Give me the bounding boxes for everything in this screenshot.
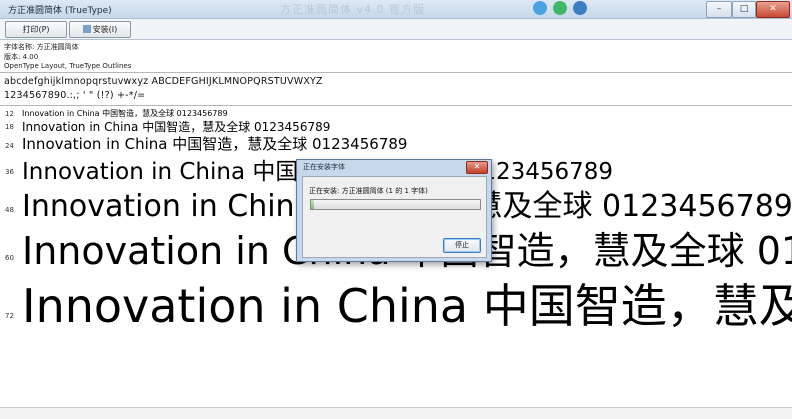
maximize-button[interactable]: □ [732,1,756,18]
install-button[interactable]: 安装(I) [69,21,131,38]
font-name: 字体名称: 方正准圆简体 [4,43,79,51]
dialog-body: 正在安装: 方正准圆简体 (1 的 1 字体) 停止 [302,176,487,258]
title-bar: 方正准圆简体 (TrueType) 方正准圆简体 v4.0 官方版 – □ ✕ [0,0,792,19]
stop-button[interactable]: 停止 [443,238,481,253]
sample-size-label: 60 [5,254,14,262]
print-button-label: 打印(P) [22,25,50,34]
font-type: OpenType Layout, TrueType Outlines [4,62,132,70]
install-progress-dialog: 正在安装字体 ✕ 正在安装: 方正准圆简体 (1 的 1 字体) 停止 [296,159,492,262]
dialog-message: 正在安装: 方正准圆简体 (1 的 1 字体) [309,187,428,195]
minimize-button[interactable]: – [706,1,732,18]
shield-icon [82,25,91,33]
sample-text: Innovation in China 中国智造，慧及全球 0123456789 [22,279,792,333]
divider [0,105,792,106]
sample-size-label: 24 [5,142,14,150]
dialog-title: 正在安装字体 [303,163,345,171]
character-set-symbols: 1234567890.:,; ' " (!?) +-*/= [4,90,146,101]
close-button[interactable]: ✕ [756,1,790,18]
sample-text: Innovation in China 中国智造，慧及全球 0123456789 [22,135,408,153]
sample-size-label: 12 [5,110,14,118]
font-version: 版本: 4.00 [4,53,39,61]
background-window-title: 方正准圆简体 v4.0 官方版 [280,3,425,16]
character-set-letters: abcdefghijklmnopqrstuvwxyz ABCDEFGHIJKLM… [4,76,323,87]
progress-fill [311,200,315,209]
dialog-close-button[interactable]: ✕ [466,161,488,174]
background-app-icon [553,1,567,15]
install-button-label: 安装(I) [92,25,118,34]
sample-size-label: 72 [5,312,14,320]
sample-size-label: 48 [5,206,14,214]
background-app-icon [533,1,547,15]
print-button[interactable]: 打印(P) [5,21,67,38]
toolbar: 打印(P) 安装(I) [0,19,792,40]
install-progress-bar [310,199,481,210]
divider [0,72,792,73]
window-title: 方正准圆简体 (TrueType) [8,6,112,16]
status-bar [0,407,792,419]
sample-size-label: 18 [5,123,14,131]
sample-size-label: 36 [5,168,14,176]
background-app-icon [573,1,587,15]
